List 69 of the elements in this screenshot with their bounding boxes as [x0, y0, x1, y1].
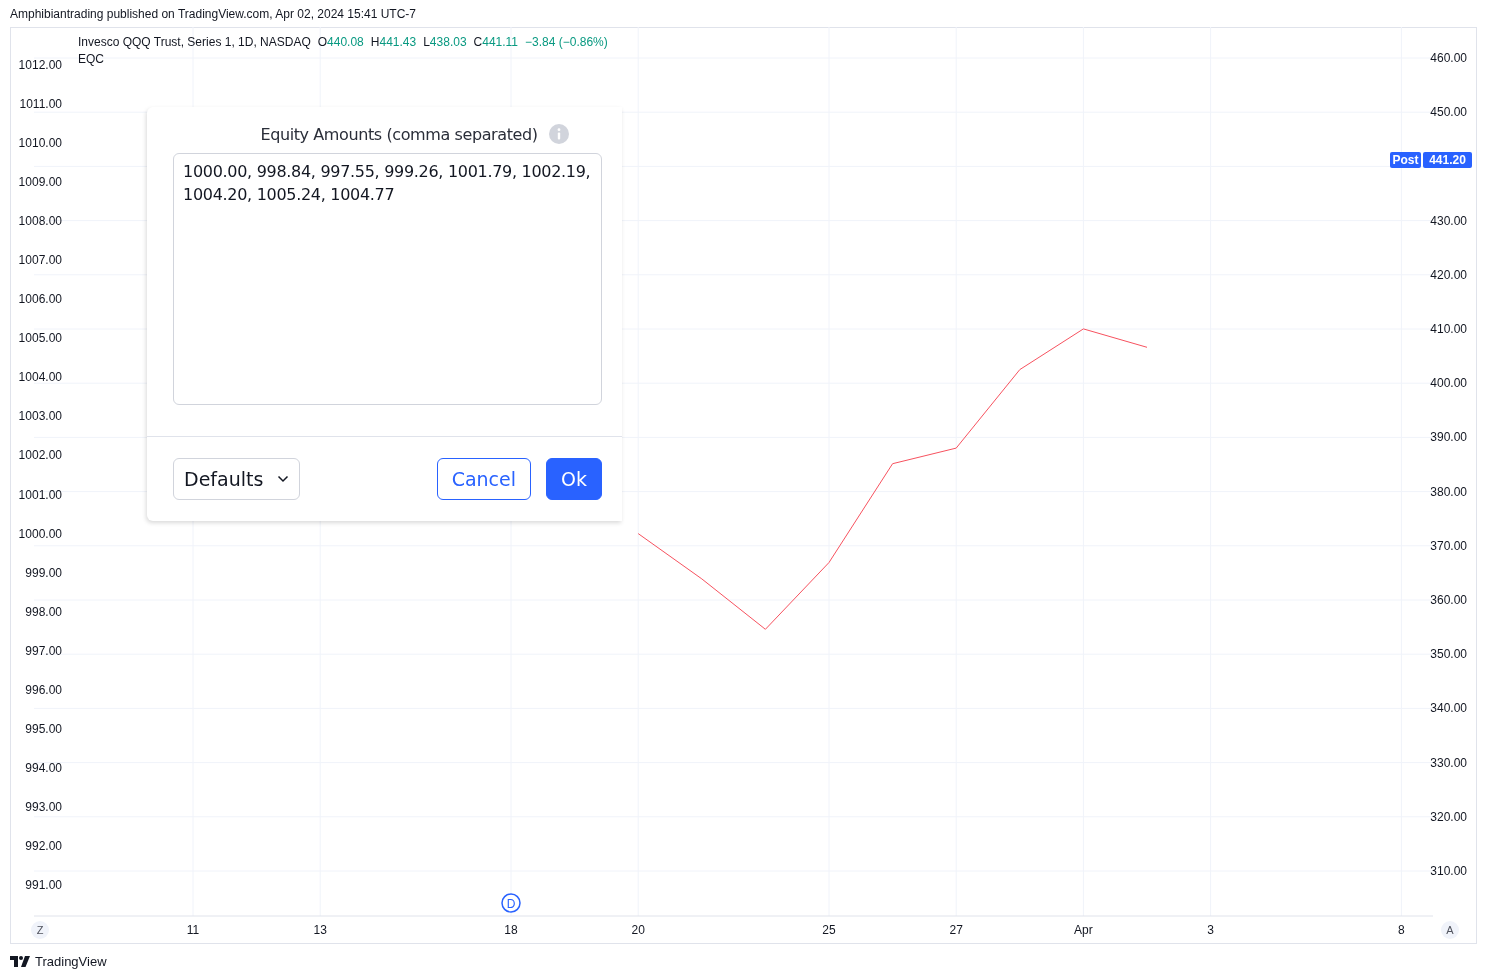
axis-label: 993.00 — [25, 800, 62, 814]
cancel-button[interactable]: Cancel — [436, 458, 532, 500]
axis-label: 996.00 — [25, 682, 62, 697]
ohlc-reading: H441.43 — [370, 34, 417, 51]
axis-label: 1008.00 — [18, 214, 62, 229]
axis-label: 1012.00 — [18, 57, 62, 72]
axis-label: 1001.00 — [18, 487, 62, 502]
publish-caption: Amphibiantrading published on TradingView.com, Apr 02, 2024 15:41 UTC-7 — [9, 6, 418, 23]
axis-label: 450.00 — [1430, 105, 1467, 120]
axis-label: 340.00 — [1430, 701, 1467, 716]
scale-mode-button[interactable]: A — [1441, 921, 1459, 939]
axis-label: 1009.00 — [18, 175, 62, 190]
axis-label: 1010.00 — [18, 136, 62, 150]
axis-label: 11 — [186, 923, 200, 937]
preset-dropdown[interactable]: Defaults — [173, 458, 301, 500]
price-tag: 441.20 — [1423, 152, 1472, 168]
axis-label: 1002.00 — [18, 448, 62, 463]
axis-label: 18 — [504, 923, 518, 937]
axis-label: 3 — [1207, 923, 1214, 937]
axis-label: 460.00 — [1430, 51, 1467, 65]
price-change: −3.84 (−0.86%) — [525, 34, 608, 51]
axis-label: Apr — [1074, 923, 1093, 937]
session-tag: Post — [1390, 152, 1421, 168]
axis-label: 1005.00 — [18, 331, 62, 346]
study-title: EQC — [78, 51, 105, 68]
ohlc-reading: L438.03 — [423, 34, 467, 51]
axis-label: 420.00 — [1430, 267, 1467, 282]
axis-label: 1011.00 — [19, 96, 62, 111]
axis-label: 994.00 — [25, 760, 62, 775]
axis-label: 992.00 — [25, 839, 62, 854]
brand-name: TradingView — [35, 954, 107, 969]
axis-label: 20 — [631, 923, 645, 937]
axis-label: 995.00 — [25, 721, 62, 736]
axis-label: 998.00 — [25, 604, 62, 619]
annotation: D — [506, 896, 516, 911]
info-icon[interactable] — [548, 124, 569, 144]
equity-amounts-field[interactable]: 1000.00, 998.84, 997.55, 999.26, 1001.79, 1002.19, 1004.20, 1005.24, 1004.77 — [173, 153, 602, 405]
axis-label: 360.00 — [1430, 593, 1467, 607]
axis-label: 1004.00 — [18, 370, 62, 385]
ok-button[interactable]: Ok — [546, 458, 602, 500]
event-marker[interactable]: D — [501, 893, 521, 913]
axis-label: 999.00 — [25, 565, 62, 580]
ohlc-reading: C441.11 — [473, 34, 519, 51]
axis-label: 1003.00 — [18, 409, 62, 424]
logo-icon — [10, 956, 30, 967]
axis-label: 330.00 — [1430, 755, 1467, 770]
axis-label: 1007.00 — [18, 253, 62, 268]
axis-label: 430.00 — [1430, 213, 1467, 228]
axis-label: 370.00 — [1430, 538, 1467, 553]
axis-label: 8 — [1398, 923, 1405, 937]
axis-label: 997.00 — [25, 643, 62, 658]
axis-label: 27 — [949, 923, 963, 937]
axis-label: 1000.00 — [18, 526, 62, 541]
ohlc-reading: O440.08 — [317, 34, 364, 51]
axis-label: 400.00 — [1430, 376, 1467, 391]
scale-mode-button[interactable]: Z — [31, 921, 49, 939]
axis-label: 25 — [822, 923, 836, 937]
axis-label: 380.00 — [1430, 484, 1467, 499]
axis-label: 13 — [313, 923, 327, 937]
chevron-down-icon — [277, 475, 290, 483]
axis-label: 991.00 — [25, 878, 62, 893]
axis-label: 350.00 — [1430, 647, 1467, 662]
axis-label: 410.00 — [1430, 322, 1467, 336]
axis-label: 390.00 — [1430, 430, 1467, 445]
axis-label: 1006.00 — [18, 292, 62, 307]
axis-label: 320.00 — [1430, 809, 1467, 824]
field-label: Equity Amounts (comma separated) — [260, 124, 538, 144]
axis-label: 310.00 — [1430, 864, 1467, 878]
symbol-title: Invesco QQQ Trust, Series 1, 1D, NASDAQ — [78, 34, 311, 51]
